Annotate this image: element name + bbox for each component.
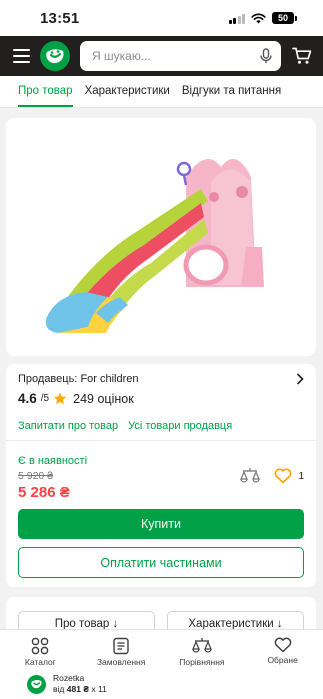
app-header <box>0 36 323 76</box>
seller-card: Продавець: For children 4.6 /5 249 оціно… <box>6 364 316 440</box>
status-bar: 13:51 50 <box>0 0 323 36</box>
bottom-navigation: Каталог Замовлення Порівняння Обране <box>0 629 323 669</box>
purchase-card: Є в наявності 5 920 ₴ 5 286 ₴ 1 Купити О… <box>6 440 316 587</box>
star-icon <box>53 392 67 405</box>
tab-reviews[interactable]: Відгуки та питання <box>182 85 281 107</box>
wifi-icon <box>251 13 266 23</box>
tab-specifications[interactable]: Характеристики <box>85 85 170 107</box>
availability-status: Є в наявності <box>18 455 88 467</box>
rating-row[interactable]: 4.6 /5 249 оцінок <box>18 391 304 406</box>
rozetka-logo[interactable] <box>40 41 70 71</box>
nav-favorites[interactable]: Обране <box>248 637 318 665</box>
favorite-count: 1 <box>298 470 304 482</box>
banner-times: x 11 <box>91 684 107 694</box>
seller-label: Продавець: <box>18 373 78 385</box>
nav-orders-label: Замовлення <box>96 657 146 667</box>
battery-icon: 50 <box>272 12 297 24</box>
buy-button[interactable]: Купити <box>18 509 304 539</box>
nav-compare[interactable]: Порівняння <box>167 637 237 667</box>
favorite-heart-icon[interactable] <box>274 468 292 484</box>
nav-catalog-label: Каталог <box>24 657 56 667</box>
ask-about-product-link[interactable]: Запитати про товар <box>18 420 118 432</box>
product-tabs: Про товар Характеристики Відгуки та пита… <box>0 76 323 108</box>
banner-name: Rozetka <box>53 673 85 683</box>
grid-icon <box>32 637 49 655</box>
banner-amount: 481 ₴ <box>66 684 89 694</box>
menu-icon[interactable] <box>13 49 30 63</box>
nav-favorites-label: Обране <box>267 655 298 665</box>
price-actions: 1 <box>240 467 304 485</box>
status-icons: 50 <box>228 12 297 24</box>
product-image-card[interactable] <box>6 118 316 356</box>
nav-orders[interactable]: Замовлення <box>86 637 156 667</box>
all-seller-products-link[interactable]: Усі товари продавця <box>128 420 232 432</box>
heart-icon <box>274 637 291 653</box>
nav-catalog[interactable]: Каталог <box>5 637 75 667</box>
nav-compare-label: Порівняння <box>179 657 225 667</box>
rating-value: 4.6 <box>18 391 37 406</box>
status-time: 13:51 <box>40 9 80 27</box>
pay-in-installments-button[interactable]: Оплатити частинами <box>18 547 304 578</box>
seller-row[interactable]: Продавець: For children <box>18 373 304 385</box>
microphone-icon[interactable] <box>259 48 273 64</box>
cart-icon[interactable] <box>291 45 313 67</box>
reviews-count: 249 оцінок <box>73 391 134 406</box>
compare-scales-icon <box>191 638 212 653</box>
banner-from: від <box>53 684 65 694</box>
rating-max: /5 <box>40 393 50 404</box>
installment-banner[interactable]: Rozetka від 481 ₴ x 11 <box>0 669 323 699</box>
seller-links: Запитати про товар Усі товари продавця <box>18 420 232 432</box>
current-price: 5 286 ₴ <box>18 484 70 501</box>
chevron-right-icon[interactable] <box>296 373 304 385</box>
battery-level: 50 <box>272 12 294 24</box>
compare-scales-icon[interactable] <box>240 467 261 485</box>
rozetka-mini-logo <box>27 674 46 694</box>
orders-list-icon <box>113 637 129 655</box>
tab-about[interactable]: Про товар <box>18 85 73 107</box>
search-box[interactable] <box>80 41 281 71</box>
product-image <box>45 159 264 333</box>
installment-text: Rozetka від 481 ₴ x 11 <box>53 673 107 695</box>
search-input[interactable] <box>92 49 259 63</box>
seller-name[interactable]: For children <box>80 373 138 385</box>
signal-icon <box>228 13 245 24</box>
